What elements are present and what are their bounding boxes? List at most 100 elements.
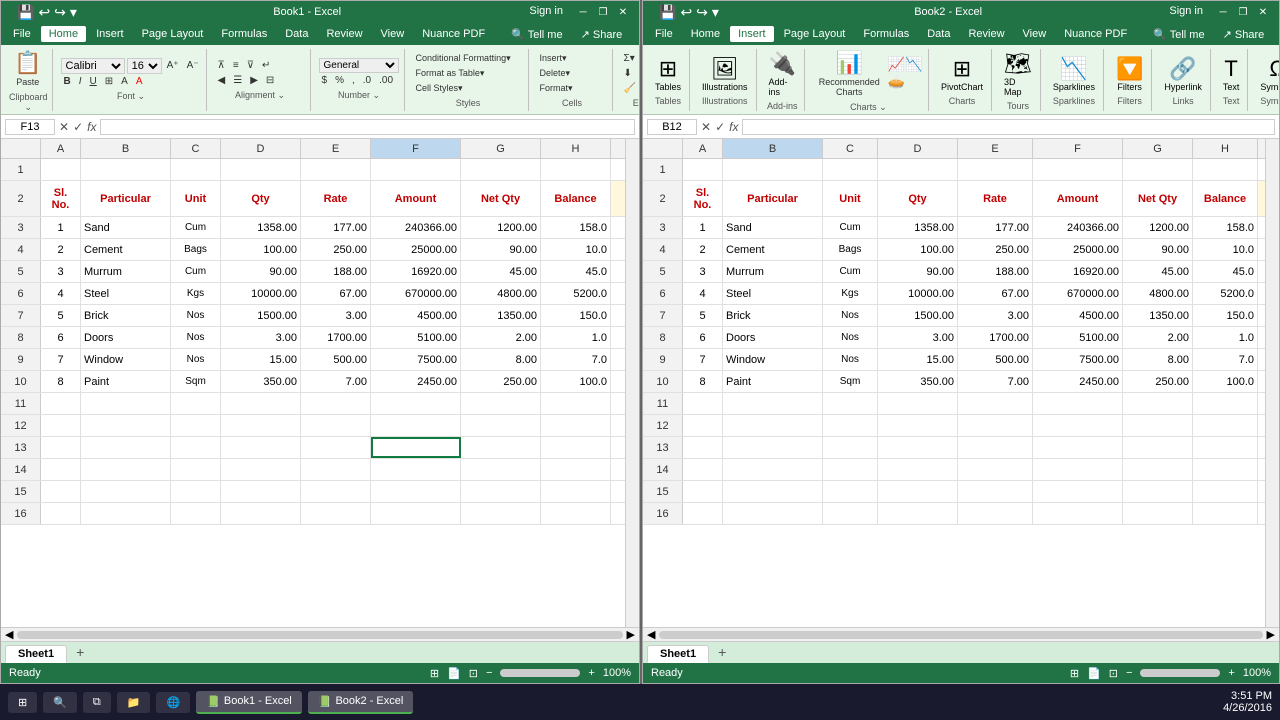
cell-B1-right[interactable] <box>723 159 823 180</box>
menu-share-right[interactable]: ↗ Share <box>1215 26 1273 43</box>
cell-B16-right[interactable] <box>723 503 823 524</box>
cell-G8-right[interactable]: 2.00 <box>1123 327 1193 348</box>
col-header-H-right[interactable]: H <box>1193 139 1258 158</box>
confirm-formula-icon-left[interactable]: ✓ <box>73 120 83 134</box>
cell-A14-right[interactable] <box>683 459 723 480</box>
menu-share-left[interactable]: ↗ Share <box>573 26 631 43</box>
cell-B8-left[interactable]: Doors <box>81 327 171 348</box>
close-button-right[interactable]: ✕ <box>1255 5 1271 19</box>
cell-F11-left[interactable] <box>371 393 461 414</box>
cell-D15-left[interactable] <box>221 481 301 502</box>
cell-H2-left[interactable]: Balance <box>541 181 611 216</box>
cell-E2-left[interactable]: Rate <box>301 181 371 216</box>
cell-H15-left[interactable] <box>541 481 611 502</box>
menu-data-right[interactable]: Data <box>919 26 958 42</box>
cell-G12-left[interactable] <box>461 415 541 436</box>
format-btn-left[interactable]: Format▾ <box>537 81 576 96</box>
cell-C8-left[interactable]: Nos <box>171 327 221 348</box>
cell-D1-left[interactable] <box>221 159 301 180</box>
cell-E7-right[interactable]: 3.00 <box>958 305 1033 326</box>
cell-H7-right[interactable]: 150.0 <box>1193 305 1258 326</box>
row-header-9-left[interactable]: 9 <box>1 349 41 370</box>
cell-E12-left[interactable] <box>301 415 371 436</box>
cell-H16-left[interactable] <box>541 503 611 524</box>
menu-home-left[interactable]: Home <box>41 26 86 42</box>
menu-insert-right[interactable]: Insert <box>730 26 774 42</box>
row-header-16-right[interactable]: 16 <box>643 503 683 524</box>
cell-E11-left[interactable] <box>301 393 371 414</box>
dec-inc-left[interactable]: .0 <box>360 73 374 88</box>
cell-A2-left[interactable]: Sl.No. <box>41 181 81 216</box>
cell-G15-right[interactable] <box>1123 481 1193 502</box>
cell-C5-left[interactable]: Cum <box>171 261 221 282</box>
cell-G7-right[interactable]: 1350.00 <box>1123 305 1193 326</box>
cell-A14-left[interactable] <box>41 459 81 480</box>
cell-F6-left[interactable]: 670000.00 <box>371 283 461 304</box>
cell-C1-left[interactable] <box>171 159 221 180</box>
cell-H15-right[interactable] <box>1193 481 1258 502</box>
row-header-10-right[interactable]: 10 <box>643 371 683 392</box>
cell-B11-right[interactable] <box>723 393 823 414</box>
cell-B2-left[interactable]: Particular <box>81 181 171 216</box>
align-right-left[interactable]: ▶ <box>247 73 261 88</box>
cell-G16-right[interactable] <box>1123 503 1193 524</box>
cell-C8-right[interactable]: Nos <box>823 327 878 348</box>
cell-H16-right[interactable] <box>1193 503 1258 524</box>
cell-C2-left[interactable]: Unit <box>171 181 221 216</box>
cell-C3-right[interactable]: Cum <box>823 217 878 238</box>
cell-G13-left[interactable] <box>461 437 541 458</box>
row-header-5-left[interactable]: 5 <box>1 261 41 282</box>
cell-A10-left[interactable]: 8 <box>41 371 81 392</box>
cell-A5-left[interactable]: 3 <box>41 261 81 282</box>
close-button-left[interactable]: ✕ <box>615 5 631 19</box>
add-sheet-left[interactable]: + <box>69 641 91 663</box>
cell-H3-right[interactable]: 158.0 <box>1193 217 1258 238</box>
cell-D12-left[interactable] <box>221 415 301 436</box>
cell-G9-right[interactable]: 8.00 <box>1123 349 1193 370</box>
dec-dec-left[interactable]: .00 <box>376 73 396 88</box>
cell-E13-left[interactable] <box>301 437 371 458</box>
row-header-1-right[interactable]: 1 <box>643 159 683 180</box>
cell-C9-right[interactable]: Nos <box>823 349 878 370</box>
bold-button-left[interactable]: B <box>61 74 74 89</box>
cell-ref-left[interactable]: F13 <box>5 119 55 135</box>
customize-qat-icon-right[interactable]: ▾ <box>712 4 719 21</box>
fill-color-left[interactable]: A <box>118 74 131 89</box>
formula-input-right[interactable] <box>742 119 1275 135</box>
cell-A16-right[interactable] <box>683 503 723 524</box>
formula-input-left[interactable] <box>100 119 635 135</box>
cell-H10-right[interactable]: 100.0 <box>1193 371 1258 392</box>
menu-page-layout-right[interactable]: Page Layout <box>776 26 854 42</box>
menu-review-right[interactable]: Review <box>960 26 1012 42</box>
fill-left[interactable]: ⬇ <box>621 66 635 81</box>
cell-B10-right[interactable]: Paint <box>723 371 823 392</box>
cell-G1-right[interactable] <box>1123 159 1193 180</box>
cell-A3-left[interactable]: 1 <box>41 217 81 238</box>
cell-B7-right[interactable]: Brick <box>723 305 823 326</box>
cell-H13-right[interactable] <box>1193 437 1258 458</box>
cell-G14-right[interactable] <box>1123 459 1193 480</box>
insert-btn-left[interactable]: Insert▾ <box>537 51 570 66</box>
cell-D10-right[interactable]: 350.00 <box>878 371 958 392</box>
clear-left[interactable]: 🧹 <box>621 81 639 96</box>
cell-B16-left[interactable] <box>81 503 171 524</box>
cell-B2-right[interactable]: Particular <box>723 181 823 216</box>
row-header-8-right[interactable]: 8 <box>643 327 683 348</box>
cell-F10-right[interactable]: 2450.00 <box>1033 371 1123 392</box>
minimize-button-left[interactable]: ─ <box>575 5 591 19</box>
col-header-G-left[interactable]: G <box>461 139 541 158</box>
cell-C16-right[interactable] <box>823 503 878 524</box>
start-button[interactable]: ⊞ <box>8 692 37 713</box>
menu-formulas-right[interactable]: Formulas <box>855 26 917 42</box>
cell-E15-left[interactable] <box>301 481 371 502</box>
col-header-B-right[interactable]: B <box>723 139 823 158</box>
cell-A13-left[interactable] <box>41 437 81 458</box>
cell-D4-right[interactable]: 100.00 <box>878 239 958 260</box>
cell-A7-right[interactable]: 5 <box>683 305 723 326</box>
cell-A13-right[interactable] <box>683 437 723 458</box>
cell-F8-left[interactable]: 5100.00 <box>371 327 461 348</box>
cell-G6-left[interactable]: 4800.00 <box>461 283 541 304</box>
cell-B14-left[interactable] <box>81 459 171 480</box>
cell-A15-right[interactable] <box>683 481 723 502</box>
cell-E1-right[interactable] <box>958 159 1033 180</box>
